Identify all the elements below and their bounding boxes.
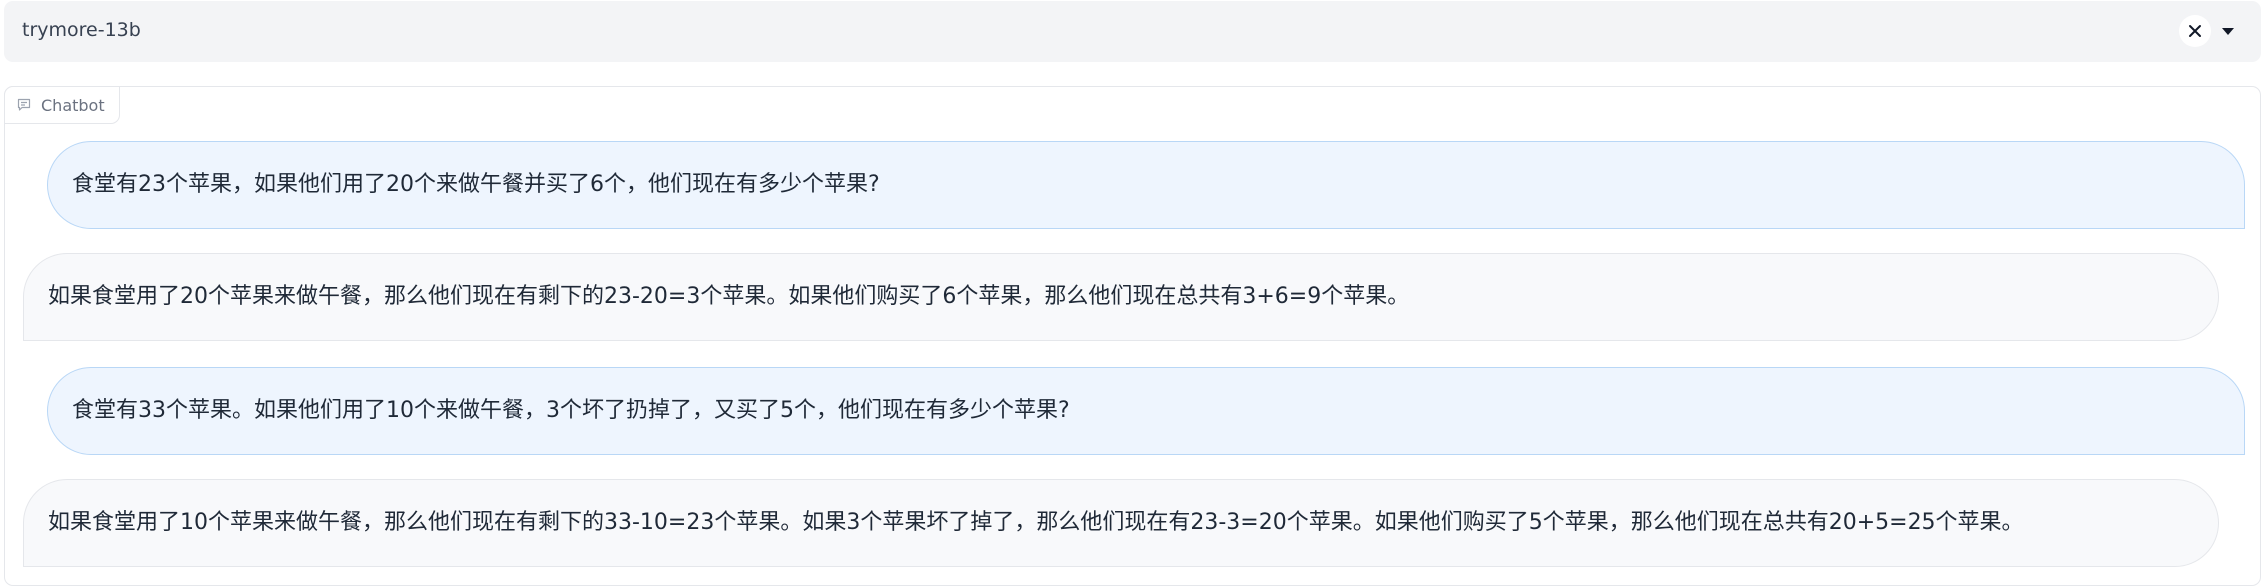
user-message: 食堂有33个苹果。如果他们用了10个来做午餐，3个坏了扔掉了，又买了5个，他们现… bbox=[47, 367, 2245, 455]
message-text: 如果食堂用了20个苹果来做午餐，那么他们现在有剩下的23-20=3个苹果。如果他… bbox=[48, 284, 1410, 309]
caret-down-icon bbox=[2222, 28, 2234, 35]
clear-button[interactable] bbox=[2179, 15, 2211, 47]
bot-message: 如果食堂用了20个苹果来做午餐，那么他们现在有剩下的23-20=3个苹果。如果他… bbox=[23, 253, 2219, 341]
message-text: 食堂有33个苹果。如果他们用了10个来做午餐，3个坏了扔掉了，又买了5个，他们现… bbox=[72, 398, 1070, 423]
model-selector-value[interactable]: trymore-13b bbox=[22, 17, 141, 43]
close-icon bbox=[2189, 25, 2201, 37]
message-text: 食堂有23个苹果，如果他们用了20个来做午餐并买了6个，他们现在有多少个苹果? bbox=[72, 172, 880, 197]
chat-icon bbox=[17, 98, 31, 111]
dropdown-toggle[interactable] bbox=[2217, 21, 2239, 41]
chatbot-label: Chatbot bbox=[4, 86, 120, 124]
bot-message: 如果食堂用了10个苹果来做午餐，那么他们现在有剩下的33-10=23个苹果。如果… bbox=[23, 479, 2219, 567]
user-message: 食堂有23个苹果，如果他们用了20个来做午餐并买了6个，他们现在有多少个苹果? bbox=[47, 141, 2245, 229]
message-text: 如果食堂用了10个苹果来做午餐，那么他们现在有剩下的33-10=23个苹果。如果… bbox=[48, 510, 2024, 535]
chatbot-label-text: Chatbot bbox=[41, 95, 105, 115]
model-selector[interactable]: trymore-13b bbox=[4, 1, 2261, 62]
chatbot-panel: Chatbot 食堂有23个苹果，如果他们用了20个来做午餐并买了6个，他们现在… bbox=[4, 86, 2261, 586]
